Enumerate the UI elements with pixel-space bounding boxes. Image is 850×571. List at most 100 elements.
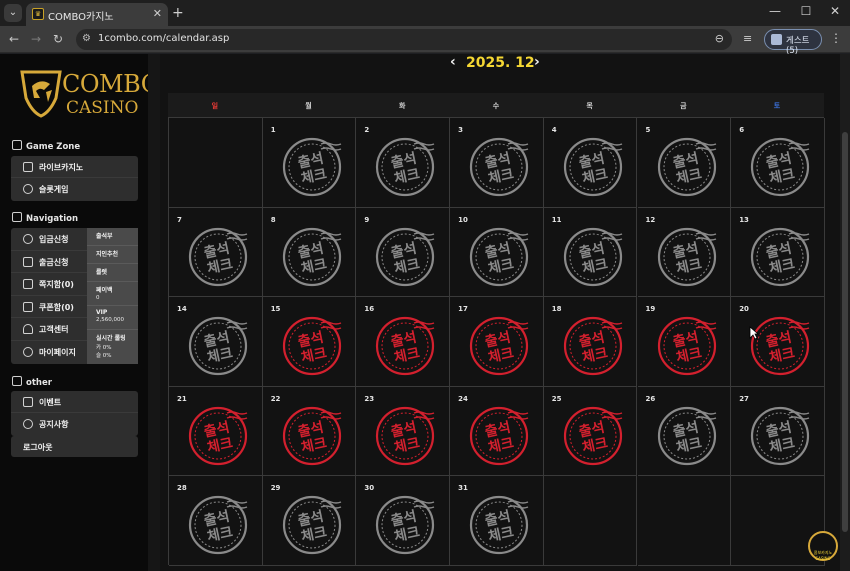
calendar-day-cell: 15 출석 체크 (262, 297, 357, 387)
day-number: 13 (739, 215, 749, 224)
sidebar-item-label: 쪽지함(0) (39, 280, 74, 290)
day-number: 31 (458, 484, 468, 493)
calendar-day-cell: 29 출석 체크 (262, 476, 357, 566)
info-value: 0 (96, 295, 100, 301)
sidebar-item-label: 쿠폰함(0) (39, 302, 74, 312)
omnibox[interactable]: ⚙ 1combo.com/calendar.asp ⊖ (76, 29, 732, 50)
sidebar-item-support[interactable]: 고객센터 (11, 318, 87, 341)
attendance-stamp-icon: 출석체크 (282, 227, 341, 286)
calendar-day-cell: 11 출석 체크 (543, 207, 638, 298)
calendar-day-cell: 17 출석 체크 (450, 297, 544, 387)
reload-icon[interactable]: ↻ (50, 32, 66, 46)
gear-icon (23, 346, 33, 357)
sidebar-item-live-casino[interactable]: 라이브카지노 (11, 156, 138, 178)
attendance-stamp-checked-icon: 출석체크 (282, 406, 341, 465)
attendance-stamp-icon: 출석체크 (657, 227, 716, 286)
attendance-stamp-icon: 출석체크 (657, 406, 716, 465)
url-text[interactable]: 1combo.com/calendar.asp (98, 33, 229, 44)
sidebar-item-label: 슬롯게임 (39, 185, 69, 194)
game-zone-menu: 라이브카지노 슬롯게임 (11, 156, 138, 201)
calendar-main: ‹ 2025. 12 › 일 월 화 수 목 금 토 1 출석 체크 2 출석 체크 3 출석 체크 4 출석 체… (160, 54, 840, 571)
day-number: 20 (739, 305, 749, 314)
back-icon[interactable]: ← (6, 32, 22, 46)
sidebar-item-withdraw[interactable]: 출금신청 (11, 251, 87, 274)
forward-icon[interactable]: → (28, 32, 44, 46)
site-info-icon[interactable]: ⚙ (82, 33, 91, 44)
calendar-day-cell: 25 출석 체크 (543, 386, 638, 477)
tab-close-icon[interactable]: ✕ (153, 7, 162, 20)
day-number: 3 (458, 126, 463, 134)
next-month-icon[interactable]: › (534, 54, 540, 70)
attendance-stamp-icon: 출석체크 (282, 496, 341, 555)
page: COMBO CASINO Game Zone 라이브카지노 슬롯게임 Navig… (0, 54, 850, 571)
navigation-menu: 입금신청 출금신청 쪽지함(0) 쿠폰함(0) 고객센터 마이페이지 출석부 지… (11, 228, 138, 364)
sidebar-item-messages[interactable]: 쪽지함(0) (11, 273, 87, 296)
attendance-stamp-icon: 출석체크 (188, 496, 248, 555)
weekday-label: 목 (586, 102, 593, 110)
gift-icon (23, 397, 33, 407)
window-close-button[interactable]: ✕ (826, 4, 844, 18)
reading-list-icon[interactable]: ≡ (743, 32, 752, 45)
site-favicon-icon: ♛ (32, 8, 44, 20)
day-number: 9 (364, 215, 370, 224)
day-number: 5 (645, 126, 651, 134)
day-number: 4 (551, 126, 557, 134)
calendar-day-cell: 16 출석 체크 (356, 297, 451, 387)
day-number: 8 (270, 215, 276, 224)
calendar-day-cell: 8 출석 체크 (262, 207, 357, 298)
sidebar-item-label: 이벤트 (39, 398, 62, 407)
day-number: 26 (645, 394, 656, 403)
calendar-day-cell: 14 출석 체크 (169, 297, 263, 387)
browser-menu-icon[interactable]: ⋮ (830, 31, 842, 45)
prev-month-icon[interactable]: ‹ (450, 54, 456, 70)
profile-label: 게스트(5) (786, 36, 810, 56)
info-attendance[interactable]: 출석부 (87, 228, 138, 246)
day-number: 29 (270, 484, 281, 493)
calendar-day-cell: 23 출석 체크 (356, 386, 451, 477)
attendance-stamp-icon: 출석체크 (563, 227, 623, 286)
section-title-other: other (12, 376, 52, 388)
info-label: 출석부 (96, 233, 113, 240)
floating-casino-badge[interactable]: 콤보카지노 CASINO (808, 531, 838, 561)
attendance-stamp-icon: 출석체크 (282, 137, 341, 197)
sidebar-item-label: 마이페이지 (39, 347, 76, 357)
sidebar-item-notice[interactable]: 공지사항 (11, 413, 138, 435)
tab-search-button[interactable]: ⌄ (4, 4, 22, 22)
sidebar-item-coupons[interactable]: 쿠폰함(0) (11, 296, 87, 319)
game-zone-icon (12, 140, 22, 150)
calendar-day-cell: 6 출석 체크 (731, 118, 825, 208)
browser-tab[interactable]: ♛ COMBO카지노 ✕ (26, 3, 168, 26)
zoom-icon[interactable]: ⊖ (715, 32, 724, 45)
info-referral[interactable]: 지인추천 (87, 246, 138, 264)
attendance-stamp-icon: 출석체크 (751, 137, 810, 197)
sidebar-item-deposit[interactable]: 입금신청 (11, 228, 87, 251)
weekday-label: 월 (305, 102, 312, 110)
scrollbar-thumb[interactable] (842, 132, 848, 532)
day-number: 30 (364, 484, 375, 493)
new-tab-button[interactable]: + (172, 4, 184, 22)
day-number: 25 (551, 394, 562, 403)
logo[interactable]: COMBO CASINO (18, 68, 160, 124)
logout-button[interactable]: 로그아웃 (11, 436, 138, 457)
attendance-stamp-checked-icon: 출석체크 (563, 317, 623, 376)
attendance-stamp-checked-icon: 출석체크 (376, 317, 435, 376)
day-number: 11 (551, 215, 562, 224)
profile-button[interactable]: 게스트(5) (764, 29, 822, 56)
weekday-label: 화 (399, 102, 406, 110)
attendance-stamp-checked-icon: 출석체크 (563, 406, 623, 465)
headset-icon (23, 324, 33, 335)
info-payback[interactable]: 페이백 0 (87, 282, 138, 306)
info-roulette[interactable]: 룰렛 (87, 264, 138, 282)
calendar-day-cell: 20 출석 체크 (731, 297, 825, 387)
sidebar-item-label: 라이브카지노 (39, 163, 84, 172)
page-scrollbar[interactable] (840, 54, 850, 571)
attendance-stamp-icon: 출석체크 (376, 496, 435, 555)
calendar-day-cell: 18 출석 체크 (543, 297, 638, 387)
minimize-button[interactable]: — (766, 4, 784, 18)
sidebar-item-event[interactable]: 이벤트 (11, 391, 138, 413)
calendar-day-cell: 5 출석 체크 (637, 118, 732, 208)
sidebar-item-mypage[interactable]: 마이페이지 (11, 341, 87, 364)
sidebar-item-slot-game[interactable]: 슬롯게임 (11, 178, 138, 200)
maximize-button[interactable]: ☐ (797, 4, 815, 18)
attendance-stamp-checked-icon: 출석체크 (751, 317, 810, 376)
